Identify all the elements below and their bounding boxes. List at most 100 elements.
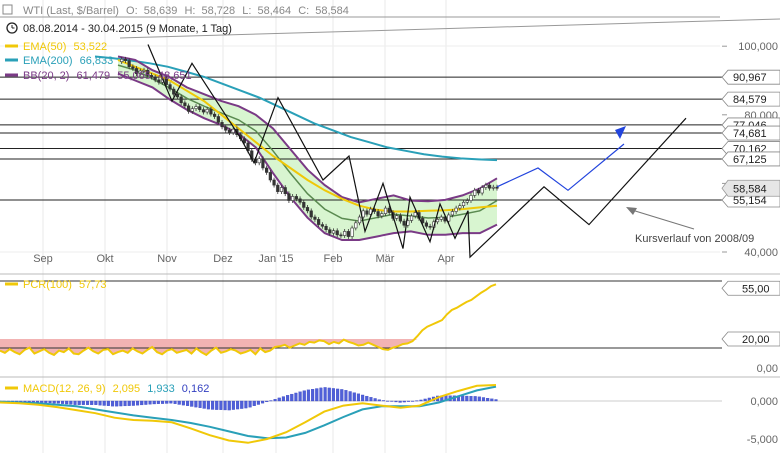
candle-body	[495, 186, 499, 189]
macd-hist-bar	[181, 400, 185, 406]
ohlc-close-value: 58,584	[315, 5, 349, 17]
candle-body	[317, 219, 321, 225]
bb-lower-value: 48,651	[158, 70, 192, 82]
macd-hist-bar	[477, 396, 481, 402]
macd-hist-bar	[56, 400, 60, 404]
macd-hist-bar	[336, 388, 340, 402]
svg-text:BB(20, 2) 61,479 5: BB(20, 2) 61,479 55,065 48,651	[23, 70, 192, 82]
macd-hist-bar	[481, 397, 486, 402]
candle-body	[339, 234, 343, 237]
candle-body	[265, 167, 269, 173]
macd-hist-bar	[402, 400, 406, 403]
candle-body	[458, 205, 462, 209]
pcr-name: PCR(100)	[23, 279, 72, 291]
pcr-value: 57,73	[79, 279, 107, 291]
macd-hist-bar	[186, 400, 190, 406]
macd-hist-bar	[227, 400, 231, 411]
candle-body	[383, 207, 388, 214]
candle-body	[272, 179, 276, 186]
macd-hist-bar	[223, 400, 227, 411]
pcr-level-label: 20,00	[742, 334, 770, 346]
candle-body	[450, 211, 455, 216]
macd-hist-bar	[140, 400, 144, 406]
candle-body	[209, 109, 213, 115]
macd-hist-bar	[323, 387, 327, 402]
macd-hist-bar	[40, 400, 44, 403]
macd-hist-bar	[406, 400, 411, 402]
macd-hist-bar	[277, 397, 281, 402]
macd-hist-bar	[231, 400, 235, 410]
ema50-value: 53,522	[73, 41, 107, 53]
date-range: 08.08.2014 - 30.04.2015 (9 Monate, 1 Tag…	[23, 23, 232, 35]
ohlc-high-value: 58,728	[202, 5, 236, 17]
macd-hist-bar	[298, 391, 302, 402]
ohlc-open: O:	[126, 5, 138, 17]
macd-hist-bar	[290, 393, 294, 402]
macd-hist-bar	[352, 392, 356, 402]
macd-hist-bar	[377, 399, 381, 402]
macd-hist-bar	[281, 396, 285, 402]
macd-hist-bar	[110, 400, 115, 407]
macd-hist-bar	[144, 400, 148, 405]
macd-hist-bar	[494, 399, 498, 402]
candle-body	[179, 96, 183, 104]
candle-body	[424, 222, 429, 227]
svg-text:WTI (Last, $/Barrel) O:: WTI (Last, $/Barrel) O: 58,639 H: 58,728…	[23, 5, 349, 17]
annotation-text: Kursverlauf von 2008/09	[635, 233, 754, 245]
macd-hist-bar	[85, 400, 90, 405]
candle-body	[190, 108, 194, 112]
candle-body	[328, 229, 332, 234]
svg-text:MACD(12, 26, 9) 2,095: MACD(12, 26, 9) 2,095 1,933 0,162	[23, 383, 209, 395]
macd-hist-bar	[65, 400, 69, 405]
candle-body	[309, 210, 313, 218]
candle-body	[461, 201, 466, 206]
candle-body	[476, 189, 481, 194]
ema200-value: 66,833	[80, 55, 114, 67]
candle-body	[350, 227, 354, 237]
macd-hist-bar	[361, 394, 365, 402]
macd-hist-bar	[173, 400, 177, 404]
ohlc-low: L:	[242, 5, 251, 17]
x-tick-label: Mär	[376, 253, 395, 265]
ohlc-high: H:	[184, 5, 195, 17]
bb-upper-value: 61,479	[77, 70, 111, 82]
macd-hist-bar	[386, 400, 390, 402]
x-tick-label: Feb	[324, 253, 343, 265]
candle-body	[261, 158, 265, 169]
candle-body	[454, 207, 458, 212]
x-tick-label: Dez	[213, 253, 233, 265]
macd-hist-bar	[261, 400, 265, 404]
macd-hist-bar	[135, 400, 140, 406]
macd-hist-bar	[273, 399, 277, 402]
candle-body	[365, 210, 369, 215]
macd-hist-value: 0,162	[182, 383, 210, 395]
macd-tick-label: -5,000	[747, 434, 778, 446]
candle-body	[205, 109, 209, 113]
candle-body	[153, 76, 157, 81]
candle-body	[168, 84, 172, 90]
bb-name: BB(20, 2)	[23, 70, 69, 82]
macd-hist-bar	[198, 400, 202, 408]
svg-text:EMA(50) 53,522: EMA(50) 53,522	[23, 41, 107, 53]
macd-hist-bar	[202, 400, 206, 409]
macd-hist-bar	[306, 389, 310, 402]
candle-body	[224, 126, 228, 131]
macd-hist-bar	[52, 400, 56, 404]
macd-hist-bar	[90, 400, 94, 405]
macd-hist-bar	[469, 396, 473, 402]
pcr-tick-label: 0,00	[757, 363, 778, 375]
y-tick-label: 40,000	[744, 247, 778, 259]
macd-hist-bar	[177, 400, 181, 405]
candle-body	[380, 213, 384, 217]
candle-body	[216, 116, 220, 123]
candle-body	[491, 186, 495, 189]
macd-hist-bar	[327, 387, 331, 402]
ohlc-open-value: 58,639	[144, 5, 178, 17]
candle-body	[186, 105, 191, 112]
candle-body	[435, 219, 440, 223]
macd-hist-bar	[315, 388, 319, 402]
candle-body	[279, 187, 284, 192]
macd-hist-bar	[194, 400, 198, 408]
candle-body	[376, 211, 380, 217]
candle-body	[480, 187, 484, 194]
